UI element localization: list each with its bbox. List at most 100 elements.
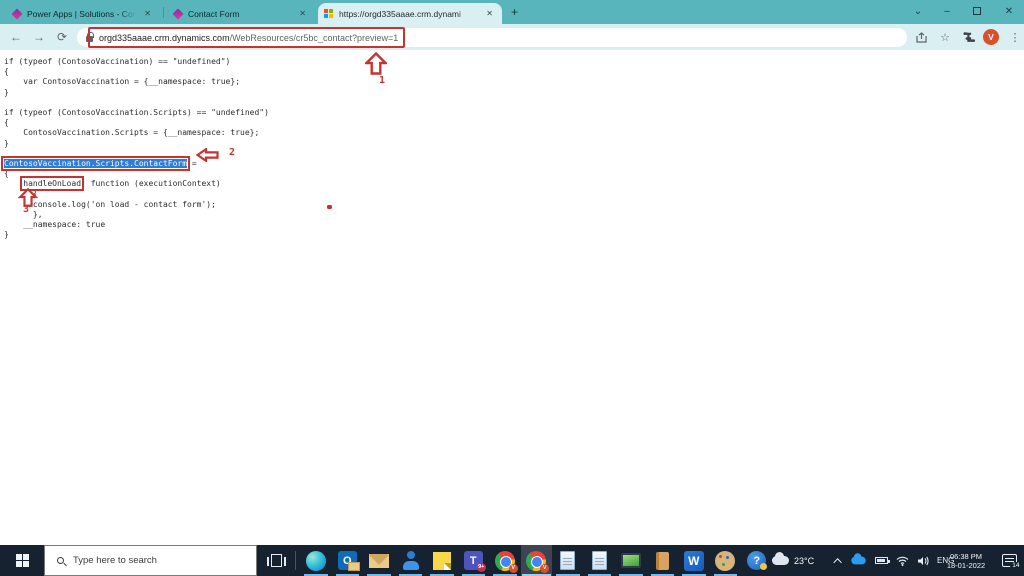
- taskbar-app-word[interactable]: W: [678, 545, 710, 576]
- taskbar-separator: [295, 551, 296, 570]
- notepad-icon: [560, 551, 576, 570]
- taskbar-app-notepad[interactable]: [584, 545, 616, 576]
- wifi-icon[interactable]: [896, 556, 909, 566]
- taskbar-app-notepad[interactable]: [552, 545, 584, 576]
- code-line: if (typeof (ContosoVaccination.Scripts) …: [4, 107, 269, 117]
- tab-separator: [163, 7, 164, 18]
- notification-icon: 14: [1001, 554, 1022, 570]
- taskbar-app-chrome[interactable]: V: [520, 545, 552, 576]
- taskbar-app-remote-desktop[interactable]: [615, 545, 647, 576]
- microsoft-favicon-icon: [324, 8, 334, 19]
- sticky-notes-icon: [432, 551, 451, 570]
- task-view-icon: [266, 554, 286, 567]
- profile-avatar[interactable]: V: [982, 28, 1000, 46]
- code-line: console.log('on load - contact form');: [4, 199, 216, 209]
- taskbar-app-outlook[interactable]: O: [332, 545, 364, 576]
- notepad-icon: [591, 551, 607, 570]
- restore-button[interactable]: [964, 0, 990, 22]
- notification-center-button[interactable]: 14: [996, 545, 1022, 576]
- code-line: var ContosoVaccination = {__namespace: t…: [4, 77, 241, 87]
- menu-kebab-icon[interactable]: ⋮: [1006, 28, 1024, 46]
- taskbar-app-people[interactable]: [395, 545, 427, 576]
- code-line: ContosoVaccination.Scripts.ContactForm =: [0, 155, 197, 171]
- word-icon: W: [683, 550, 704, 571]
- power-apps-favicon-icon: [11, 7, 23, 20]
- close-window-button[interactable]: ✕: [996, 0, 1022, 22]
- code-line: handleOnLoad: function (executionContext…: [20, 176, 221, 192]
- taskbar-app-folder[interactable]: [647, 545, 679, 576]
- teams-icon: T 9+: [463, 551, 486, 572]
- tab-webresource-active[interactable]: https://orgd335aaae.crm.dynami ✕: [318, 3, 502, 24]
- battery-icon[interactable]: [875, 557, 890, 564]
- get-help-glyph: ?: [753, 554, 761, 567]
- taskbar-clock[interactable]: 06:38 PM 18-01-2022: [938, 545, 994, 576]
- outlook-icon: O: [337, 551, 360, 571]
- volume-icon[interactable]: [917, 556, 929, 566]
- annotation-arrow-left-2: [196, 148, 219, 162]
- get-help-icon: ?: [747, 551, 768, 570]
- tab-title: Contact Form: [188, 8, 240, 19]
- reload-icon[interactable]: ⟳: [53, 28, 71, 46]
- date-label: 18-01-2022: [946, 560, 986, 570]
- tab-title: https://orgd335aaae.crm.dynami: [339, 8, 461, 19]
- share-icon[interactable]: [912, 28, 930, 46]
- annotation-arrow-up-1: [365, 52, 387, 75]
- outlook-glyph: O: [342, 554, 352, 567]
- word-glyph: W: [688, 553, 700, 568]
- code-line: ContosoVaccination.Scripts = {__namespac…: [4, 128, 260, 138]
- taskbar-app-edge[interactable]: [300, 545, 332, 576]
- tab-power-apps-solutions[interactable]: Power Apps | Solutions - Contac ✕: [6, 3, 160, 24]
- browser-tab-bar: Power Apps | Solutions - Contac ✕ Contac…: [0, 0, 1024, 24]
- extensions-puzzle-icon[interactable]: [960, 28, 978, 46]
- new-tab-button[interactable]: +: [506, 4, 523, 21]
- search-icon: [57, 557, 64, 564]
- weather-widget[interactable]: 23°C: [772, 545, 814, 576]
- task-view-button[interactable]: [259, 545, 293, 576]
- taskbar-app-chrome[interactable]: V: [489, 545, 521, 576]
- code-line: },: [4, 209, 43, 219]
- tab-close-icon[interactable]: ✕: [483, 8, 496, 19]
- chrome-icon: V: [494, 550, 518, 573]
- forward-icon[interactable]: →: [30, 28, 48, 46]
- tab-contact-form[interactable]: Contact Form ✕: [167, 3, 315, 24]
- power-apps-favicon-icon: [172, 7, 184, 20]
- mail-icon: [368, 553, 389, 568]
- code-line: }: [4, 230, 9, 240]
- taskbar-search-input[interactable]: Type here to search: [44, 545, 257, 576]
- tab-title: Power Apps | Solutions - Contac: [27, 8, 137, 19]
- onedrive-icon[interactable]: [851, 553, 866, 565]
- notification-count-badge: 14: [1010, 562, 1022, 570]
- teams-glyph: T: [469, 554, 477, 567]
- red-dot-marker: [327, 205, 332, 209]
- annotation-box-url: [88, 27, 405, 48]
- taskbar-app-teams[interactable]: T 9+: [458, 545, 490, 576]
- annotation-label-1: 1: [379, 75, 386, 86]
- annotation-label-2: 2: [229, 147, 236, 158]
- chrome-badge: V: [508, 563, 518, 573]
- minimize-button[interactable]: –: [934, 0, 960, 22]
- bookmark-star-icon[interactable]: ☆: [936, 28, 954, 46]
- code-line: }: [4, 87, 9, 97]
- code-line: {: [4, 189, 38, 199]
- taskbar-app-paint[interactable]: [710, 545, 742, 576]
- tab-search-chevron-icon[interactable]: ⌄: [905, 0, 931, 22]
- annotation-label-3: 3: [23, 204, 30, 215]
- tab-close-icon[interactable]: ✕: [296, 8, 309, 19]
- code-line: {: [4, 67, 9, 77]
- edge-icon: [305, 550, 326, 571]
- remote-desktop-icon: [620, 553, 641, 568]
- restore-icon: [973, 7, 981, 15]
- system-tray: ENG: [833, 545, 954, 576]
- taskbar-apps: O T 9+ V V W?: [300, 545, 773, 576]
- folder-icon: [655, 551, 669, 570]
- windows-logo-icon: [15, 554, 29, 567]
- tab-close-icon[interactable]: ✕: [141, 8, 154, 19]
- start-button[interactable]: [0, 545, 44, 576]
- back-icon[interactable]: ←: [7, 28, 25, 46]
- taskbar-app-sticky-notes[interactable]: [426, 545, 458, 576]
- taskbar-app-mail[interactable]: [363, 545, 395, 576]
- chrome-badge: V: [540, 563, 550, 573]
- temperature-label: 23°C: [794, 555, 815, 566]
- taskbar-app-get-help[interactable]: ?: [741, 545, 773, 576]
